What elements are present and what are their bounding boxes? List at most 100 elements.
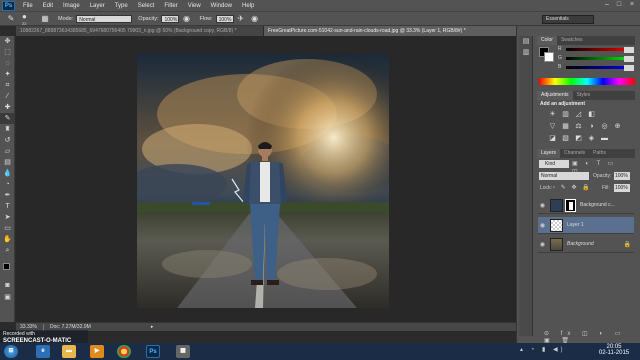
menu-window[interactable]: Window bbox=[206, 3, 237, 9]
pen-tool-icon[interactable]: ✒ bbox=[0, 190, 15, 201]
move-tool-icon[interactable]: ✥ bbox=[0, 36, 15, 47]
workspace-switcher[interactable]: Essentials bbox=[542, 15, 594, 24]
blue-value-box[interactable] bbox=[624, 65, 634, 71]
black-white-icon[interactable]: ◑ bbox=[587, 122, 596, 131]
pressure-size-icon[interactable]: ◉ bbox=[250, 14, 260, 24]
eraser-tool-icon[interactable]: ▱ bbox=[0, 146, 15, 157]
close-icon[interactable]: × bbox=[627, 1, 637, 9]
screen-mode-icon[interactable]: ▣ bbox=[0, 292, 15, 303]
color-balance-icon[interactable]: ⚖ bbox=[574, 122, 583, 131]
crop-tool-icon[interactable]: ⌗ bbox=[0, 80, 15, 91]
curves-icon[interactable]: ◿ bbox=[574, 110, 583, 119]
start-button-icon[interactable]: ⊞ bbox=[4, 345, 18, 358]
visibility-eye-icon[interactable]: ◉ bbox=[538, 202, 547, 209]
background-color-chip[interactable] bbox=[544, 52, 554, 62]
selective-color-icon[interactable]: ◈ bbox=[587, 134, 596, 143]
internet-explorer-icon[interactable]: e bbox=[36, 345, 50, 358]
brush-preset-picker[interactable]: ● 22 bbox=[20, 12, 36, 26]
red-value-box[interactable] bbox=[624, 47, 634, 53]
document-tab-1[interactable]: 10882267_889873634385685_6947680756405 7… bbox=[16, 26, 264, 36]
tab-paths[interactable]: Paths bbox=[589, 149, 610, 158]
blue-slider[interactable]: B bbox=[556, 64, 634, 71]
layers-bottom-icons[interactable]: ⊝ fx ◫ ◐ ▭ ▣ 🗑 bbox=[538, 330, 634, 344]
canvas-image[interactable] bbox=[137, 54, 389, 308]
layer-row-layer-1[interactable]: ◉ Layer 1 bbox=[538, 217, 634, 234]
blend-mode-select[interactable]: Normal bbox=[539, 172, 589, 180]
threshold-icon[interactable]: ◩ bbox=[574, 134, 583, 143]
color-ramp[interactable] bbox=[539, 78, 635, 85]
layer-mask-thumbnail[interactable] bbox=[565, 198, 576, 212]
photo-filter-icon[interactable]: ◎ bbox=[600, 122, 609, 131]
visibility-eye-icon[interactable]: ◉ bbox=[538, 241, 547, 248]
exposure-icon[interactable]: ◧ bbox=[587, 110, 596, 119]
mode-select[interactable]: Normal bbox=[76, 14, 133, 23]
menu-filter[interactable]: Filter bbox=[159, 3, 182, 9]
tab-adjustments[interactable]: Adjustments bbox=[537, 91, 573, 100]
zoom-tool-icon[interactable]: ⌕ bbox=[0, 245, 15, 256]
clock[interactable]: 20:05 02-11-2015 bbox=[596, 344, 632, 356]
minimize-icon[interactable]: – bbox=[602, 1, 612, 9]
foreground-color-swatch[interactable] bbox=[3, 263, 10, 270]
hue-saturation-icon[interactable]: ▦ bbox=[561, 122, 570, 131]
menu-select[interactable]: Select bbox=[133, 3, 160, 9]
menu-layer[interactable]: Layer bbox=[85, 3, 110, 9]
invert-icon[interactable]: ◪ bbox=[548, 134, 557, 143]
gradient-map-icon[interactable]: ▬ bbox=[600, 134, 609, 143]
tray-icons[interactable]: ▴ ◔ ▮ ◀) bbox=[520, 346, 566, 353]
brush-panel-icon[interactable]: ▦ bbox=[40, 14, 50, 24]
menu-type[interactable]: Type bbox=[110, 3, 133, 9]
tab-color[interactable]: Color bbox=[537, 36, 557, 45]
dodge-tool-icon[interactable]: ◔ bbox=[0, 179, 15, 190]
tab-channels[interactable]: Channels bbox=[560, 149, 589, 158]
quick-mask-icon[interactable]: ◙ bbox=[0, 280, 15, 291]
airbrush-icon[interactable]: ✈ bbox=[236, 14, 246, 24]
tab-styles[interactable]: Styles bbox=[573, 91, 595, 100]
clone-stamp-tool-icon[interactable]: ♜ bbox=[0, 124, 15, 135]
lock-icons[interactable]: ▫ ✎ ✥ 🔒 bbox=[553, 184, 592, 191]
layer-name[interactable]: Background bbox=[567, 241, 594, 247]
layer-row-background[interactable]: ◉ Background 🔒 bbox=[538, 236, 634, 253]
layer-name[interactable]: Background c... bbox=[580, 202, 615, 208]
path-select-tool-icon[interactable]: ➤ bbox=[0, 212, 15, 223]
eyedropper-tool-icon[interactable]: ⁄ bbox=[0, 91, 15, 102]
brightness-contrast-icon[interactable]: ☀ bbox=[548, 110, 557, 119]
file-explorer-icon[interactable]: ▬ bbox=[62, 345, 76, 358]
hand-tool-icon[interactable]: ✋ bbox=[0, 234, 15, 245]
app-taskbar-icon[interactable]: ▦ bbox=[176, 345, 190, 358]
status-arrow-icon[interactable]: ▸ bbox=[151, 324, 154, 330]
photoshop-taskbar-icon[interactable]: Ps bbox=[146, 345, 160, 358]
menu-view[interactable]: View bbox=[183, 3, 206, 9]
history-brush-tool-icon[interactable]: ↺ bbox=[0, 135, 15, 146]
quick-select-tool-icon[interactable]: ✦ bbox=[0, 69, 15, 80]
menu-help[interactable]: Help bbox=[237, 3, 259, 9]
opacity-input[interactable]: 100% bbox=[161, 14, 180, 23]
green-slider[interactable]: G bbox=[556, 55, 634, 62]
document-tab-2[interactable]: FreeGreatPicture.com-51042-sun-and-rain-… bbox=[264, 26, 516, 36]
red-slider[interactable]: R bbox=[556, 46, 634, 53]
tab-layers[interactable]: Layers bbox=[537, 149, 561, 158]
layer-filter-kind[interactable]: Kind bbox=[539, 160, 569, 168]
healing-tool-icon[interactable]: ✚ bbox=[0, 102, 15, 113]
brush-tool-icon-active[interactable]: ✎ bbox=[0, 113, 15, 124]
flow-input[interactable]: 100% bbox=[215, 14, 234, 23]
blur-tool-icon[interactable]: 💧 bbox=[0, 168, 15, 179]
history-panel-icon[interactable]: ▤ bbox=[519, 36, 533, 47]
properties-panel-icon[interactable]: ▥ bbox=[519, 47, 533, 58]
fill-input[interactable]: 100% bbox=[614, 184, 630, 192]
vibrance-icon[interactable]: ▽ bbox=[548, 122, 557, 131]
menu-edit[interactable]: Edit bbox=[38, 3, 58, 9]
levels-icon[interactable]: ▥ bbox=[561, 110, 570, 119]
lasso-tool-icon[interactable]: ◌ bbox=[0, 58, 15, 69]
posterize-icon[interactable]: ▧ bbox=[561, 134, 570, 143]
green-value-box[interactable] bbox=[624, 56, 634, 62]
brush-tool-icon[interactable]: ✎ bbox=[6, 14, 16, 24]
layer-name[interactable]: Layer 1 bbox=[567, 222, 584, 228]
menu-image[interactable]: Image bbox=[58, 3, 85, 9]
tab-swatches[interactable]: Swatches bbox=[557, 36, 587, 45]
gradient-tool-icon[interactable]: ▤ bbox=[0, 157, 15, 168]
type-tool-icon[interactable]: T bbox=[0, 201, 15, 212]
chrome-icon[interactable] bbox=[117, 345, 131, 358]
maximize-icon[interactable]: □ bbox=[614, 1, 624, 9]
shape-tool-icon[interactable]: ▭ bbox=[0, 223, 15, 234]
pressure-opacity-icon[interactable]: ◉ bbox=[181, 14, 191, 24]
